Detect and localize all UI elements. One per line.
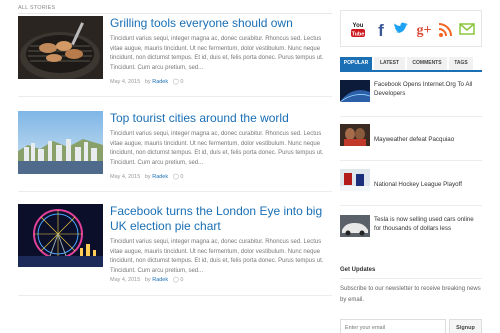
twitter-icon[interactable] [393, 20, 409, 38]
signup-button[interactable]: Signup [449, 319, 482, 333]
popular-item: Facebook Opens Internet.Org To All Devel… [340, 80, 482, 117]
tab-comments[interactable]: COMMENTS [407, 57, 447, 70]
comment-count[interactable]: 0 [180, 79, 183, 85]
popular-title[interactable]: Tesla is now selling used cars online fo… [374, 215, 482, 233]
tab-popular[interactable]: POPULAR [340, 57, 372, 70]
divider [340, 278, 482, 279]
story-by: by [144, 174, 151, 180]
popular-title[interactable]: National Hockey League Playoff [374, 180, 482, 189]
comment-count[interactable]: 0 [180, 277, 183, 283]
tabs-underline [340, 70, 482, 72]
story-date: May 4, 2015 [110, 277, 141, 283]
youtube-icon[interactable]: You Tube [350, 20, 366, 38]
popular-thumbnail[interactable] [340, 215, 370, 237]
story-item: Grilling tools everyone should own Tinci… [18, 16, 332, 97]
story-author-link[interactable]: Radek [152, 79, 168, 85]
social-icons-box: You Tube f g+ [340, 10, 482, 47]
story-excerpt: Tincidunt varius sequi, integer magna ac… [110, 36, 324, 71]
sidebar-tabs: POPULAR LATEST COMMENTS TAGS [340, 57, 482, 73]
story-date: May 4, 2015 [110, 174, 141, 180]
story-item: Facebook turns the London Eye into big U… [18, 204, 332, 296]
popular-item: Mayweather defeat Pacquiao [340, 124, 482, 161]
email-icon[interactable] [459, 20, 475, 38]
divider [18, 191, 332, 192]
facebook-icon[interactable]: f [373, 20, 389, 40]
popular-thumbnail[interactable] [340, 169, 370, 191]
story-by: by [144, 277, 151, 283]
comment-icon: ◯ [172, 277, 179, 283]
story-author-link[interactable]: Radek [152, 174, 168, 180]
svg-text:f: f [378, 21, 384, 38]
story-item: Top tourist cities around the world Tinc… [18, 111, 332, 192]
divider [18, 96, 332, 97]
story-meta: May 4, 2015 by Radek ◯ 0 [110, 79, 183, 85]
divider [340, 160, 482, 161]
story-meta: May 4, 2015 by Radek ◯ 0 [110, 174, 183, 180]
popular-title[interactable]: Mayweather defeat Pacquiao [374, 135, 482, 144]
story-thumbnail[interactable] [18, 204, 103, 267]
story-by: by [144, 79, 151, 85]
rss-icon[interactable] [438, 20, 454, 38]
story-title[interactable]: Grilling tools everyone should own [110, 16, 330, 31]
popular-thumbnail[interactable] [340, 124, 370, 146]
svg-text:You: You [353, 23, 364, 29]
story-date: May 4, 2015 [110, 79, 141, 85]
updates-heading: Get Updates [340, 267, 376, 273]
svg-text:Tube: Tube [352, 32, 365, 38]
story-author-link[interactable]: Radek [152, 277, 168, 283]
story-thumbnail[interactable] [18, 16, 103, 79]
comment-icon: ◯ [172, 79, 179, 85]
divider [18, 13, 332, 14]
tab-tags[interactable]: TAGS [449, 57, 473, 70]
updates-description: Subscribe to our newsletter to receive b… [340, 286, 481, 303]
story-title[interactable]: Top tourist cities around the world [110, 111, 330, 126]
divider [340, 116, 482, 117]
tab-latest[interactable]: LATEST [374, 57, 405, 70]
story-thumbnail[interactable] [18, 111, 103, 174]
comment-icon: ◯ [172, 174, 179, 180]
story-excerpt: Tincidunt varius sequi, integer magna ac… [110, 131, 324, 166]
comment-count[interactable]: 0 [180, 174, 183, 180]
popular-item: National Hockey League Playoff [340, 169, 482, 206]
popular-title[interactable]: Facebook Opens Internet.Org To All Devel… [374, 80, 482, 98]
svg-text:g+: g+ [417, 23, 432, 38]
popular-item: Tesla is now selling used cars online fo… [340, 215, 482, 245]
google-plus-icon[interactable]: g+ [414, 20, 434, 38]
story-meta: May 4, 2015 by Radek ◯ 0 [110, 277, 183, 283]
email-field[interactable] [340, 319, 446, 333]
story-title[interactable]: Facebook turns the London Eye into big U… [110, 204, 330, 233]
popular-thumbnail[interactable] [340, 80, 370, 102]
story-excerpt: Tincidunt varius sequi, integer magna ac… [110, 239, 324, 274]
all-stories-label: ALL STORIES [18, 5, 56, 11]
divider [18, 295, 332, 296]
divider [340, 205, 482, 206]
